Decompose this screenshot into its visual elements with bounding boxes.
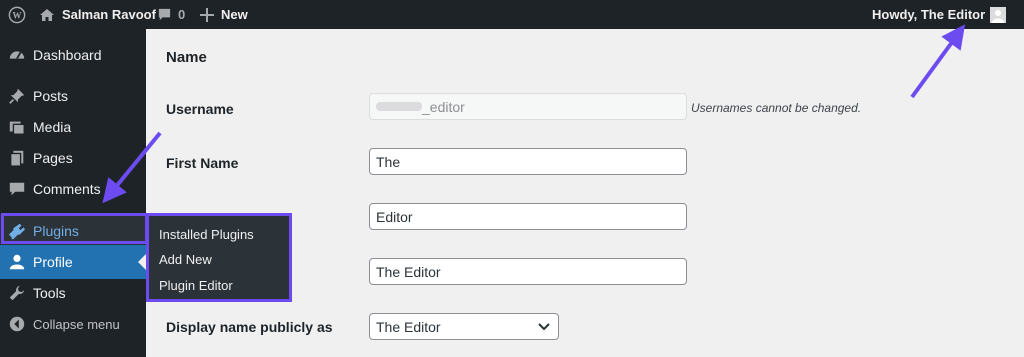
sidebar-item-posts[interactable]: Posts [0,79,146,113]
wrench-icon [9,285,25,301]
sidebar-item-label: Pages [33,150,73,166]
first-name-field[interactable]: The [369,148,687,175]
new-content-link[interactable]: New [200,0,248,29]
sidebar-item-profile[interactable]: Profile [0,245,146,279]
sidebar-item-label: Posts [33,88,69,104]
comments-link[interactable]: 0 [157,0,185,29]
svg-text:W: W [13,10,22,20]
sidebar-item-label: Tools [33,285,66,301]
sidebar-item-label: Profile [33,254,73,270]
sidebar-item-plugins[interactable]: Plugins [0,214,146,248]
sidebar-item-comments[interactable]: Comments [0,172,146,206]
home-icon [40,8,54,21]
collapse-icon [9,316,25,332]
sidebar-item-tools[interactable]: Tools [0,276,146,310]
sidebar-item-label: Dashboard [33,47,102,63]
display-name-select[interactable]: The Editor [369,313,559,340]
comment-count: 0 [178,7,186,22]
sidebar-item-dashboard[interactable]: Dashboard [0,38,146,72]
howdy-greeting: Howdy, The Editor [872,7,986,22]
display-name-label: Display name publicly as [166,319,333,335]
my-account-link[interactable]: Howdy, The Editor [872,0,1007,29]
current-menu-caret-icon [138,254,146,270]
username-label: Username [166,101,234,117]
collapse-menu-button[interactable]: Collapse menu [0,307,146,341]
sidebar-item-label: Media [33,119,72,135]
profile-form: Name Username _editor Usernames cannot b… [146,29,1024,357]
username-field: _editor [369,93,687,120]
user-icon [9,254,25,270]
sidebar-item-pages[interactable]: Pages [0,141,146,175]
sidebar-item-label: Comments [33,181,101,197]
media-icon [9,121,25,135]
comment-bubble-icon [158,8,171,21]
pages-icon [10,150,24,167]
section-heading: Name [166,49,207,66]
nickname-field[interactable]: The Editor [369,258,687,285]
blurred-username-prefix [376,102,422,111]
wordpress-logo-icon[interactable]: W [8,0,26,29]
username-description: Usernames cannot be changed. [691,101,862,115]
site-home-link[interactable]: Salman Ravoof [39,0,156,29]
plus-icon [200,7,214,22]
sidebar-item-label: Collapse menu [33,316,120,332]
sidebar-item-media[interactable]: Media [0,110,146,144]
last-name-field[interactable]: Editor [369,203,687,230]
comments-icon [9,182,25,196]
admin-bar: W Salman Ravoof 0 New Howdy, The Editor [0,0,1024,29]
dashboard-icon [9,51,25,60]
pin-icon [9,88,25,104]
chevron-down-icon [538,323,550,331]
new-label: New [221,7,248,22]
avatar [990,6,1007,23]
first-name-label: First Name [166,155,239,171]
site-name: Salman Ravoof [62,7,156,22]
plugin-icon [8,223,26,240]
username-value: _editor [422,98,465,115]
sidebar-item-label: Plugins [33,223,79,239]
display-name-selected-value: The Editor [376,318,441,335]
